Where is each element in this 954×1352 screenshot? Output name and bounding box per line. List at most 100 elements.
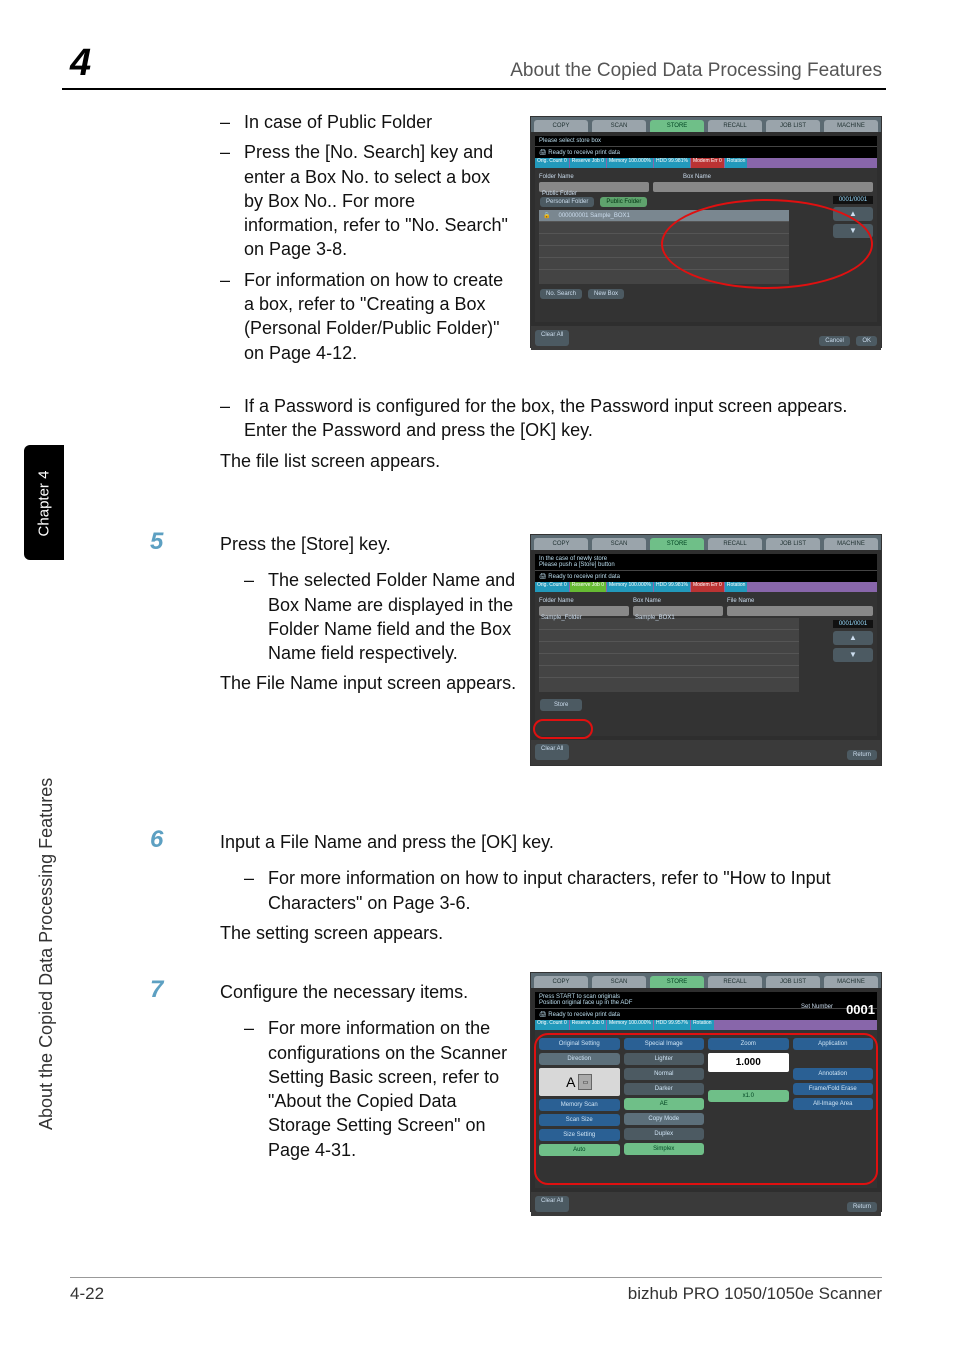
mode-tabs: COPY SCAN STORE RECALL JOB LIST MACHINE xyxy=(531,973,881,988)
clear-all-button[interactable]: Clear All xyxy=(535,1196,569,1212)
page-down-button[interactable]: ▼ xyxy=(833,224,873,238)
box-name-field[interactable] xyxy=(653,182,873,192)
folder-name-value: Public Folder xyxy=(539,182,649,192)
frame-fold-erase-button[interactable]: Frame/Fold Erase xyxy=(793,1083,874,1095)
label-box-name: Box Name xyxy=(633,598,723,604)
prompt-text: In the case of newly storePlease push a … xyxy=(535,554,877,570)
status-item: Modem Err 0 xyxy=(691,582,724,592)
clear-all-button[interactable]: Clear All xyxy=(535,330,569,346)
clear-all-button[interactable]: Clear All xyxy=(535,744,569,760)
tab-store[interactable]: STORE xyxy=(650,976,704,988)
folder-name-value: Sample_Folder xyxy=(539,606,629,616)
tab-store[interactable]: STORE xyxy=(650,538,704,550)
auto-button[interactable]: Auto xyxy=(539,1144,620,1156)
page-up-button[interactable]: ▲ xyxy=(833,631,873,645)
status-item: Reserve Job 0 xyxy=(570,1020,606,1030)
return-button[interactable]: Return xyxy=(847,1202,877,1212)
status-item: Reserve Job 0 xyxy=(570,582,606,592)
mode-tabs: COPY SCAN STORE RECALL JOB LIST MACHINE xyxy=(531,535,881,550)
file-name-value xyxy=(727,606,873,616)
list-pager: 0001/0001 ▲ ▼ xyxy=(833,620,873,665)
status-item: Rotation xyxy=(725,582,748,592)
annotation-button[interactable]: Annotation xyxy=(793,1068,874,1080)
heading-special-image: Special Image xyxy=(624,1038,705,1050)
status-item: Rotation xyxy=(725,158,748,168)
zoom-x10-button[interactable]: x1.0 xyxy=(708,1090,789,1102)
heading-original-setting: Original Setting xyxy=(539,1038,620,1050)
list-pager: 0001/0001 ▲ ▼ xyxy=(833,196,873,241)
status-item: HDD 99.981% xyxy=(654,158,690,168)
normal-button[interactable]: Normal xyxy=(624,1068,705,1080)
new-box-button[interactable]: New Box xyxy=(588,289,624,299)
tab-joblist[interactable]: JOB LIST xyxy=(766,120,820,132)
tab-scan[interactable]: SCAN xyxy=(592,538,646,550)
step-text: Input a File Name and press the [OK] key… xyxy=(220,830,880,854)
tab-machine[interactable]: MACHINE xyxy=(824,976,878,988)
list-item[interactable]: 000000001 Sample_BOX1 xyxy=(554,213,633,219)
label-folder-name: Folder Name xyxy=(539,598,629,604)
page-up-button[interactable]: ▲ xyxy=(833,207,873,221)
tab-scan[interactable]: SCAN xyxy=(592,976,646,988)
body-text: For information on how to create a box, … xyxy=(244,268,510,365)
status-item: Orig. Count 0 xyxy=(535,1020,569,1030)
status-item: Orig. Count 0 xyxy=(535,158,569,168)
tab-recall[interactable]: RECALL xyxy=(708,976,762,988)
darker-button[interactable]: Darker xyxy=(624,1083,705,1095)
body-text: For more information on the configuratio… xyxy=(268,1016,520,1162)
bullet-dash: – xyxy=(220,140,244,261)
page-down-button[interactable]: ▼ xyxy=(833,648,873,662)
return-button[interactable]: Return xyxy=(847,750,877,760)
tab-public-folder[interactable]: Public Folder xyxy=(600,197,647,207)
tab-personal-folder[interactable]: Personal Folder xyxy=(540,197,594,207)
tab-machine[interactable]: MACHINE xyxy=(824,538,878,550)
zoom-value: 1.000 xyxy=(708,1053,789,1072)
status-bar: Orig. Count 0 Reserve Job 0 Memory 100.0… xyxy=(535,1020,877,1030)
lighter-button[interactable]: Lighter xyxy=(624,1053,705,1065)
heading-application: Application xyxy=(793,1038,874,1050)
body-text: The file list screen appears. xyxy=(220,449,882,473)
simplex-button[interactable]: Simplex xyxy=(624,1143,705,1155)
set-number-value: 0001 xyxy=(846,1002,875,1017)
tab-copy[interactable]: COPY xyxy=(534,120,588,132)
size-setting-button[interactable]: Size Setting xyxy=(539,1129,620,1141)
label-file-name: File Name xyxy=(727,598,754,604)
tab-scan[interactable]: SCAN xyxy=(592,120,646,132)
label-direction: Direction xyxy=(539,1053,620,1065)
running-header: About the Copied Data Processing Feature… xyxy=(322,60,882,82)
tab-copy[interactable]: COPY xyxy=(534,538,588,550)
copy-mode-button[interactable]: Copy Mode xyxy=(624,1113,705,1125)
chapter-tab-label: Chapter 4 xyxy=(36,466,53,542)
header-rule xyxy=(62,88,886,90)
cancel-button[interactable]: Cancel xyxy=(819,336,850,346)
file-list[interactable] xyxy=(539,618,799,692)
status-item: Orig. Count 0 xyxy=(535,582,569,592)
ok-button[interactable]: OK xyxy=(856,336,877,346)
store-button[interactable]: Store xyxy=(540,699,582,711)
body-text: In case of Public Folder xyxy=(244,110,510,134)
direction-selector[interactable]: A▭ xyxy=(539,1068,620,1096)
set-number-label: Set Number xyxy=(801,1004,833,1010)
bullet-dash: – xyxy=(220,394,244,443)
status-item: HDD 99.957% xyxy=(654,1020,690,1030)
tab-joblist[interactable]: JOB LIST xyxy=(766,976,820,988)
ae-button[interactable]: AE xyxy=(624,1098,705,1110)
tab-machine[interactable]: MACHINE xyxy=(824,120,878,132)
box-list[interactable]: 🔒000000001 Sample_BOX1 xyxy=(539,210,789,284)
tab-store[interactable]: STORE xyxy=(650,120,704,132)
tab-joblist[interactable]: JOB LIST xyxy=(766,538,820,550)
label-folder-name: Folder Name xyxy=(539,174,619,180)
screenshot-setting: COPY SCAN STORE RECALL JOB LIST MACHINE … xyxy=(530,972,882,1212)
duplex-button[interactable]: Duplex xyxy=(624,1128,705,1140)
body-text: If a Password is configured for the box,… xyxy=(244,394,882,443)
scan-size-button[interactable]: Scan Size xyxy=(539,1114,620,1126)
tab-recall[interactable]: RECALL xyxy=(708,120,762,132)
status-item: HDD 99.981% xyxy=(654,582,690,592)
tab-recall[interactable]: RECALL xyxy=(708,538,762,550)
memory-scan-button[interactable]: Memory Scan xyxy=(539,1099,620,1111)
no-search-button[interactable]: No. Search xyxy=(540,289,582,299)
product-name: bizhub PRO 1050/1050e Scanner xyxy=(628,1284,882,1304)
step-text: Press the [Store] key. xyxy=(220,532,520,556)
tab-copy[interactable]: COPY xyxy=(534,976,588,988)
all-image-area-button[interactable]: All-Image Area xyxy=(793,1098,874,1110)
step-text: Configure the necessary items. xyxy=(220,980,520,1004)
